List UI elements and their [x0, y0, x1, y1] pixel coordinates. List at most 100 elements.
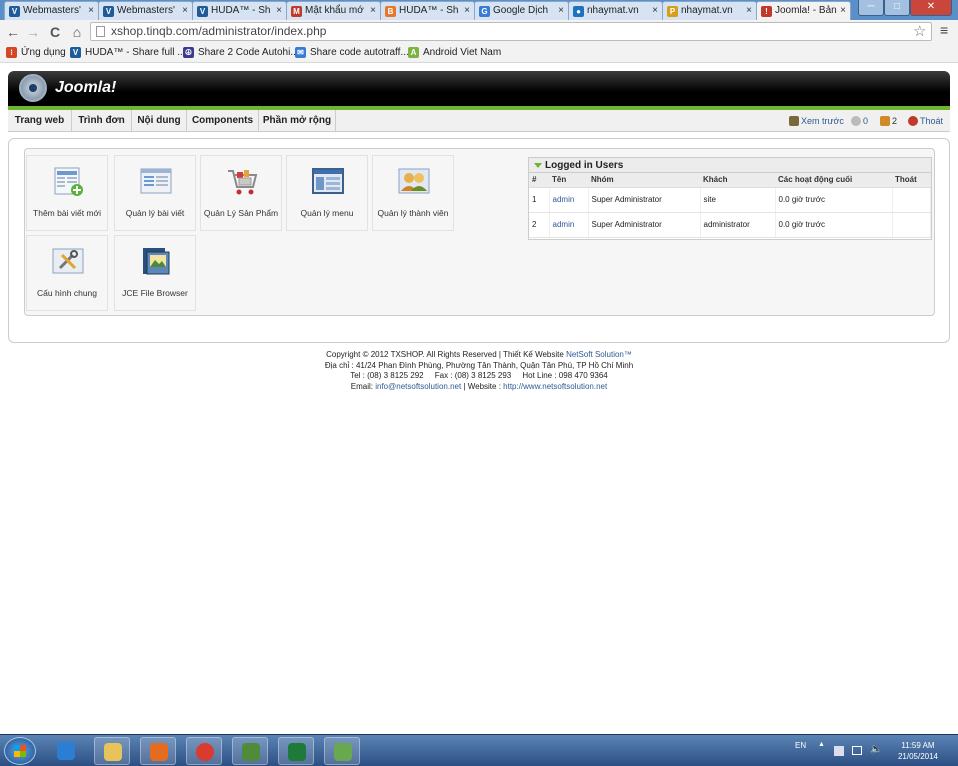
quick-icon-add-article[interactable]: Thêm bài viết mới [26, 155, 108, 231]
volume-icon[interactable]: 🔈 [870, 744, 882, 755]
tab-favicon-icon: V [103, 6, 114, 17]
tab-close-icon[interactable]: × [746, 2, 752, 20]
tab-title: HUDA™ - Sh [399, 5, 459, 16]
quick-icon-menu-manager[interactable]: Quản lý menu [286, 155, 368, 231]
browser-tab[interactable]: ! Joomla! - Bản × [756, 1, 851, 20]
tab-favicon-icon: ! [761, 6, 772, 17]
menu-components[interactable]: Components [187, 110, 259, 132]
menu-noi-dung[interactable]: Nội dung [132, 110, 187, 132]
reload-button[interactable]: C [46, 23, 64, 41]
maximize-button[interactable]: □ [884, 0, 910, 16]
chrome-icon [196, 743, 214, 761]
tab-close-icon[interactable]: × [370, 2, 376, 20]
browser-tab[interactable]: V Webmasters' × [98, 1, 193, 20]
quick-icon-label: Quản lý menu [300, 208, 354, 218]
user-name-link[interactable]: admin [549, 187, 589, 213]
tab-close-icon[interactable]: × [558, 2, 564, 20]
footer-contact: Email: info@netsoftsolution.net | Websit… [0, 382, 958, 393]
close-window-button[interactable]: ✕ [910, 0, 952, 16]
col-client: Khách [700, 173, 775, 188]
system-clock[interactable]: 11:59 AM 21/05/2014 [888, 740, 948, 762]
bookmark-item[interactable]: V HUDA™ - Share full ... [70, 45, 186, 61]
footer-address: Địa chỉ : 41/24 Phan Đình Phùng, Phường … [324, 360, 634, 370]
back-button[interactable]: ← [4, 23, 22, 41]
taskbar-media-player-button[interactable] [140, 737, 176, 765]
taskbar-ie-button[interactable] [48, 737, 84, 765]
messages-count[interactable]: 0 [851, 114, 868, 128]
logout-link[interactable]: Thoát [908, 114, 943, 128]
taskbar-excel-button[interactable] [278, 737, 314, 765]
logout-label: Thoát [920, 116, 944, 126]
quick-icon-global-config[interactable]: Cấu hình chung [26, 235, 108, 311]
bookmark-label: Ứng dụng [21, 47, 66, 58]
website-link[interactable]: http://www.netsoftsolution.net [503, 382, 607, 391]
browser-menu-icon[interactable]: ≡ [940, 22, 948, 38]
tab-close-icon[interactable]: × [840, 2, 846, 20]
quick-icon-label: JCE File Browser [122, 288, 188, 298]
home-button[interactable]: ⌂ [68, 23, 86, 41]
bookmark-item[interactable]: ✉ Share code autotraff... [295, 45, 409, 61]
quick-icon-label: Quản lý thành viên [377, 208, 449, 218]
control-panel: Thêm bài viết mới Quản lý bài viết Quản … [8, 138, 950, 343]
taskbar-chrome-button[interactable] [186, 737, 222, 765]
user-manager-icon [398, 168, 430, 194]
cell-client: site [700, 187, 776, 213]
tray-expand-icon[interactable]: ▲ [818, 741, 825, 748]
tab-title: nhaymat.vn [587, 5, 639, 16]
cell-last-activity: 0.0 giờ trước [775, 187, 893, 213]
logged-in-users-header[interactable]: Logged in Users [529, 158, 931, 173]
email-link[interactable]: info@netsoftsolution.net [375, 382, 461, 391]
tab-favicon-icon: M [291, 6, 302, 17]
bookmark-icon: A [408, 47, 419, 58]
bookmarks-bar: ⁝ Ứng dụng V HUDA™ - Share full ... ☮ Share 2… [0, 44, 958, 63]
table-row: 1 admin Super Administrator site 0.0 giờ… [529, 187, 931, 213]
forward-button[interactable]: → [24, 23, 42, 41]
col-group: Nhóm [588, 173, 700, 188]
browser-tab[interactable]: Pnhaymat.vn × [662, 1, 757, 20]
browser-tab[interactable]: ● nhaymat.vn × [568, 1, 663, 20]
cell-number: 1 [529, 187, 550, 213]
quick-icon-jce-file-browser[interactable]: JCE File Browser [114, 235, 196, 311]
address-bar[interactable]: xshop.tinqb.com/administrator/index.php [90, 22, 932, 41]
user-name-link[interactable]: admin [549, 212, 589, 238]
explorer-icon [104, 743, 122, 761]
netsoft-link[interactable]: NetSoft Solution™ [566, 350, 632, 359]
bookmark-icon: V [70, 47, 81, 58]
tab-title: Google Dịch [493, 5, 549, 16]
browser-tab[interactable]: M Mật khẩu mớ × [286, 1, 381, 20]
menu-trinh-don[interactable]: Trình đơn [72, 110, 132, 132]
browser-tab[interactable]: G Google Dịch × [474, 1, 569, 20]
menu-phan-mo-rong[interactable]: Phần mở rộng [259, 110, 336, 132]
tab-close-icon[interactable]: × [464, 2, 470, 20]
col-number: # [529, 173, 549, 188]
browser-tab[interactable]: B HUDA™ - Sh × [380, 1, 475, 20]
minimize-button[interactable]: ─ [858, 0, 884, 16]
menu-trang-web[interactable]: Trang web [8, 110, 72, 132]
taskbar-explorer-button[interactable] [94, 737, 130, 765]
bookmark-star-icon[interactable]: ☆ [913, 22, 926, 40]
bookmark-item[interactable]: ⁝ Ứng dụng [6, 45, 66, 61]
taskbar-network-app-button[interactable] [232, 737, 268, 765]
flag-icon[interactable] [834, 746, 844, 756]
start-button[interactable] [4, 737, 36, 765]
browser-tab[interactable]: V Webmasters' × [4, 1, 99, 20]
users-count[interactable]: 2 [880, 114, 897, 128]
taskbar-tool-app-button[interactable] [324, 737, 360, 765]
quick-icon-product-manager[interactable]: Quản Lý Sản Phẩm [200, 155, 282, 231]
tab-close-icon[interactable]: × [652, 2, 658, 20]
bookmark-item[interactable]: A Android Viet Nam [408, 45, 501, 61]
preview-link[interactable]: Xem trước [789, 114, 844, 128]
network-icon[interactable] [852, 746, 862, 755]
bookmark-item[interactable]: ☮ Share 2 Code Autohi... [183, 45, 299, 61]
language-indicator[interactable]: EN [795, 741, 806, 750]
site-footer: Copyright © 2012 TXSHOP. All Rights Rese… [0, 350, 958, 392]
quick-icon-article-manager[interactable]: Quản lý bài viết [114, 155, 196, 231]
browser-tab[interactable]: V HUDA™ - Sh × [192, 1, 287, 20]
media-player-icon [150, 743, 168, 761]
cell-logout [892, 187, 931, 213]
quick-icon-user-manager[interactable]: Quản lý thành viên [372, 155, 454, 231]
tab-close-icon[interactable]: × [182, 2, 188, 20]
file-browser-icon [143, 248, 170, 275]
tab-close-icon[interactable]: × [88, 2, 94, 20]
tab-close-icon[interactable]: × [276, 2, 282, 20]
